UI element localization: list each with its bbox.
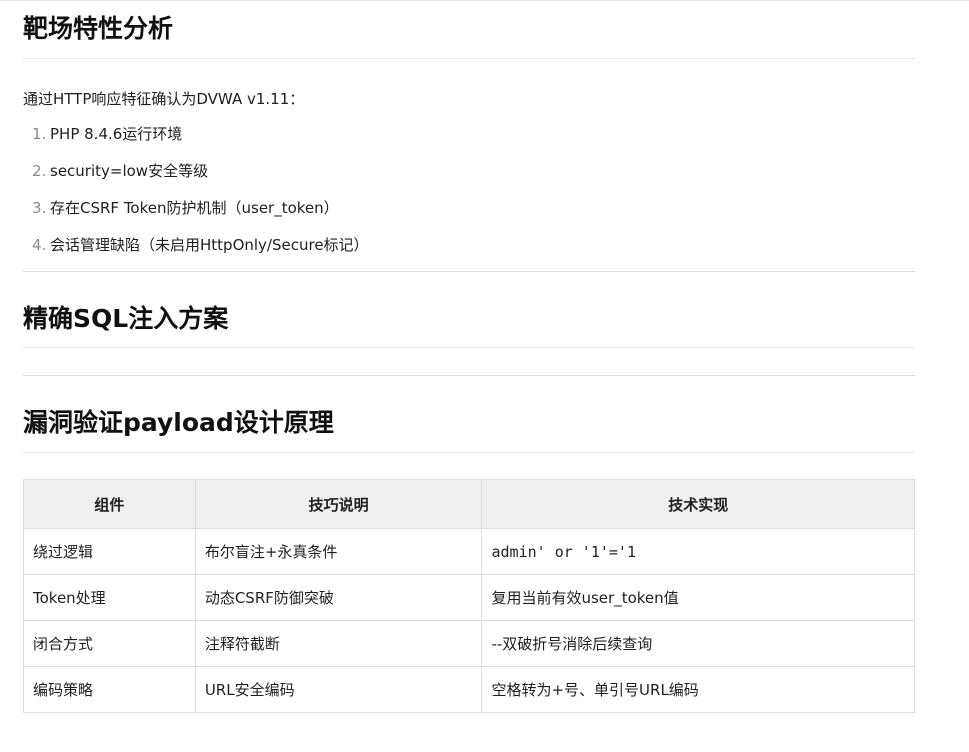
list-item: 1. PHP 8.4.6运行环境 <box>23 123 915 145</box>
table-cell: 动态CSRF防御突破 <box>194 574 483 621</box>
list-text: 存在CSRF Token防护机制（user_token） <box>50 199 339 217</box>
heading-sql-injection-plan: 精确SQL注入方案 <box>23 304 229 333</box>
list-text: PHP 8.4.6运行环境 <box>50 125 183 143</box>
table-cell: 注释符截断 <box>194 620 483 667</box>
list-number: 1. <box>32 125 47 143</box>
table-cell: 绕过逻辑 <box>23 528 196 575</box>
table-cell: URL安全编码 <box>194 666 483 713</box>
list-text: security=low安全等级 <box>50 162 209 180</box>
section-heading-wrap: 漏洞验证payload设计原理 <box>23 376 915 453</box>
list-number: 2. <box>32 162 47 180</box>
table-cell: 复用当前有效user_token值 <box>481 574 915 621</box>
feature-list: 1. PHP 8.4.6运行环境 2. security=low安全等级 3. … <box>23 110 915 256</box>
table-cell: Token处理 <box>23 574 196 621</box>
intro-paragraph: 通过HTTP响应特征确认为DVWA v1.11： <box>23 90 305 108</box>
table-cell: 空格转为+号、单引号URL编码 <box>481 666 915 713</box>
table-cell: 编码策略 <box>23 666 196 713</box>
table-row: 闭合方式 注释符截断 --双破折号消除后续查询 <box>23 620 915 667</box>
list-number: 4. <box>32 236 47 254</box>
table-header-row: 组件 技巧说明 技术实现 <box>23 479 915 529</box>
column-header-implementation: 技术实现 <box>481 479 915 529</box>
table-cell: 布尔盲注+永真条件 <box>194 528 483 575</box>
section-heading-wrap: 精确SQL注入方案 <box>23 272 915 348</box>
document-content: 靶场特性分析 通过HTTP响应特征确认为DVWA v1.11： 1. PHP 8… <box>23 0 915 713</box>
payload-design-table: 组件 技巧说明 技术实现 绕过逻辑 布尔盲注+永真条件 admin' or '1… <box>23 479 915 713</box>
heading-target-analysis: 靶场特性分析 <box>23 14 174 43</box>
list-text: 会话管理缺陷（未启用HttpOnly/Secure标记） <box>50 236 369 254</box>
column-header-technique: 技巧说明 <box>194 479 483 529</box>
table-cell: 闭合方式 <box>23 620 196 667</box>
section-heading-wrap: 靶场特性分析 <box>23 0 915 59</box>
table-cell: --双破折号消除后续查询 <box>481 620 915 667</box>
list-number: 3. <box>32 199 47 217</box>
empty-section-body <box>23 348 915 375</box>
table-row: 绕过逻辑 布尔盲注+永真条件 admin' or '1'='1 <box>23 528 915 575</box>
column-header-component: 组件 <box>23 479 196 529</box>
table-cell-code: admin' or '1'='1 <box>481 528 915 575</box>
list-item: 4. 会话管理缺陷（未启用HttpOnly/Secure标记） <box>23 234 915 256</box>
heading-payload-design: 漏洞验证payload设计原理 <box>23 408 334 437</box>
list-item: 2. security=low安全等级 <box>23 160 915 182</box>
list-item: 3. 存在CSRF Token防护机制（user_token） <box>23 197 915 219</box>
table-row: Token处理 动态CSRF防御突破 复用当前有效user_token值 <box>23 574 915 621</box>
table-row: 编码策略 URL安全编码 空格转为+号、单引号URL编码 <box>23 666 915 713</box>
